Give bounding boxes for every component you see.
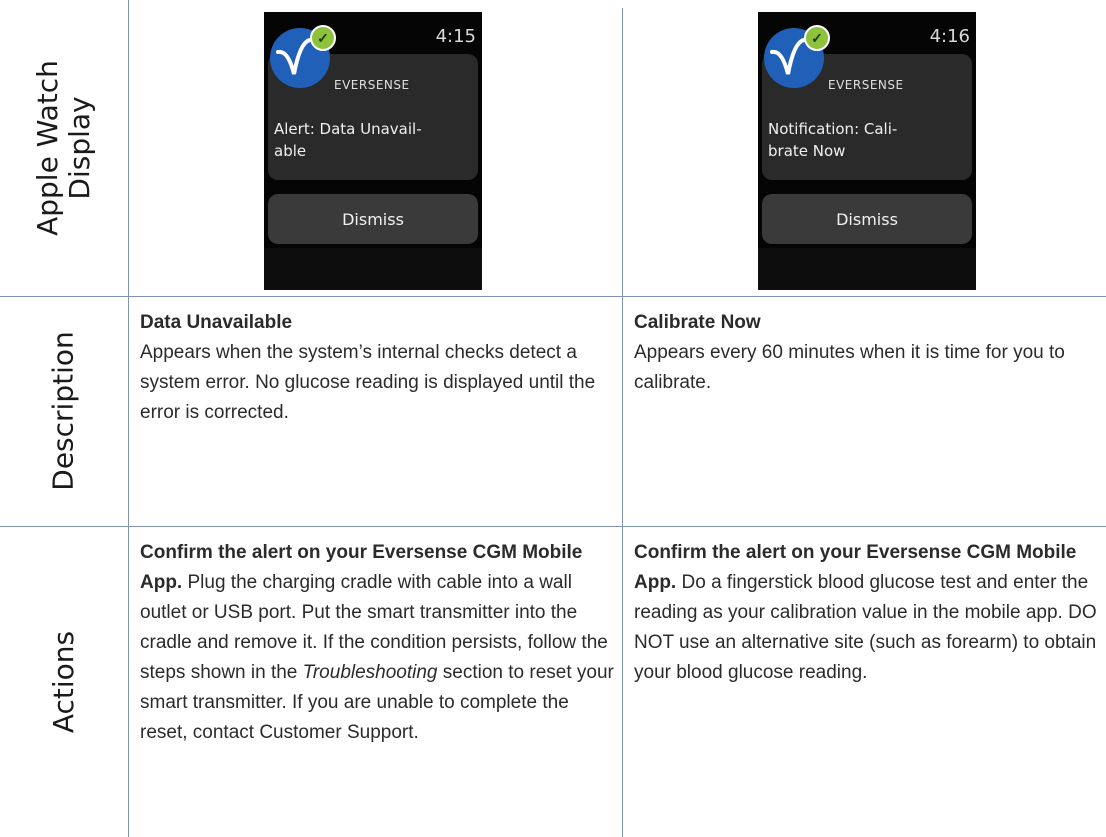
- description-title: Calibrate Now: [634, 312, 761, 333]
- eversense-logo-icon: ✓: [270, 25, 336, 88]
- watch-message: Alert: Data Unavail- able: [274, 118, 472, 162]
- eversense-logo-icon: ✓: [764, 25, 830, 88]
- row-label-description-text: Description: [47, 331, 80, 491]
- row-label-description: Description: [0, 296, 128, 526]
- watch-bottom-area: [758, 248, 976, 290]
- grid-hline-1: [0, 296, 1106, 297]
- watch-bottom-area: [264, 248, 482, 290]
- actions-cell-data-unavailable: Confirm the alert on your Eversense CGM …: [140, 538, 614, 748]
- row-label-actions: Actions: [0, 526, 128, 837]
- description-text: Appears every 60 minutes when it is time…: [634, 342, 1065, 393]
- checkmark-icon: ✓: [804, 25, 830, 51]
- watch-brand: EVERSENSE: [334, 78, 410, 92]
- actions-cell-calibrate-now: Confirm the alert on your Eversense CGM …: [634, 538, 1100, 688]
- troubleshooting-reference: Troubleshooting: [302, 662, 438, 683]
- watch-message-line2: able: [274, 142, 307, 160]
- row-label-actions-text: Actions: [47, 630, 80, 733]
- grid-hline-2: [0, 526, 1106, 527]
- watch-time: 4:16: [929, 26, 970, 47]
- description-cell-calibrate-now: Calibrate Now Appears every 60 minutes w…: [634, 308, 1100, 398]
- grid-vline-mid: [622, 8, 623, 837]
- watch-message: Notification: Cali- brate Now: [768, 118, 966, 162]
- grid-vline-left: [128, 0, 129, 837]
- row-label-display-line1: Apple Watch: [31, 60, 64, 236]
- watch-message-line1: Notification: Cali-: [768, 120, 898, 138]
- description-text: Appears when the system’s internal check…: [140, 342, 596, 423]
- watch-time: 4:15: [435, 26, 476, 47]
- description-cell-data-unavailable: Data Unavailable Appears when the system…: [140, 308, 614, 428]
- watch-brand: EVERSENSE: [828, 78, 904, 92]
- watch-screen-calibrate-now: ✓ 4:16 EVERSENSE Notification: Cali- bra…: [758, 12, 976, 290]
- description-title: Data Unavailable: [140, 312, 293, 333]
- row-label-display: Apple Watch Display: [0, 0, 128, 296]
- dismiss-button[interactable]: Dismiss: [762, 194, 972, 244]
- actions-text-before: Do a fingerstick blood glucose test and …: [634, 572, 1097, 683]
- row-label-display-line2: Display: [63, 96, 96, 200]
- dismiss-button[interactable]: Dismiss: [268, 194, 478, 244]
- watch-message-line1: Alert: Data Unavail-: [274, 120, 422, 138]
- watch-message-line2: brate Now: [768, 142, 846, 160]
- watch-screen-data-unavailable: ✓ 4:15 EVERSENSE Alert: Data Unavail- ab…: [264, 12, 482, 290]
- checkmark-icon: ✓: [310, 25, 336, 51]
